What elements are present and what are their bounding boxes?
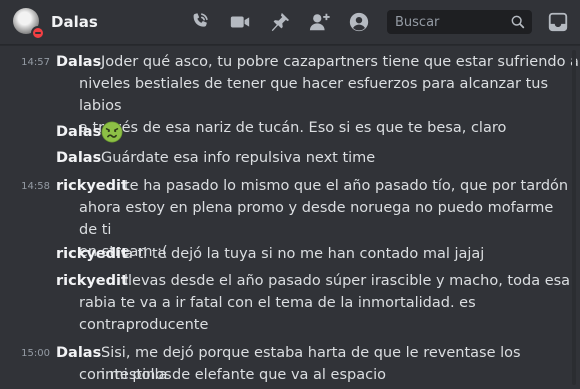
message-content: Guárdate esa info repulsiva next time	[101, 147, 580, 169]
message-line: a través de esa nariz de tucán. Eso si e…	[79, 120, 507, 136]
phone-call-icon[interactable]	[189, 11, 211, 33]
search-placeholder: Buscar	[395, 15, 440, 30]
search-input[interactable]: Buscar	[387, 10, 532, 34]
timestamp: 15:00	[21, 348, 50, 359]
add-member-icon[interactable]	[309, 11, 331, 33]
message-author[interactable]: rickyedit	[56, 243, 128, 265]
message-author[interactable]: Dalas	[56, 51, 101, 73]
message-line: a ti te dejó la tuya si no me han contad…	[124, 246, 485, 262]
message-line: contraproducente	[79, 317, 209, 333]
message-author[interactable]: Dalas	[56, 342, 101, 364]
message-line: con mi polla de elefante que va al espac…	[79, 367, 386, 383]
message-content: Joder qué asco, tu pobre cazapartners ti…	[101, 51, 580, 73]
message-line: te ha pasado lo mismo que el año pasado …	[124, 178, 569, 194]
timestamp: 14:57	[21, 57, 50, 68]
message-content: con mi polla de elefante que va al espac…	[79, 364, 559, 386]
message-author[interactable]: Dalas	[56, 121, 101, 143]
pin-icon[interactable]	[269, 11, 291, 33]
scrollbar[interactable]	[572, 50, 576, 385]
inbox-icon[interactable]	[547, 11, 569, 33]
message-content: a ti te dejó la tuya si no me han contad…	[124, 243, 580, 265]
message-line: rabia te va a ir fatal con el tema de la…	[79, 295, 476, 311]
message-line: niveles bestiales de tener que hacer esf…	[79, 76, 549, 114]
video-icon[interactable]	[229, 11, 251, 33]
nauseated-face-emoji-icon	[101, 121, 123, 143]
dnd-status-icon	[31, 26, 45, 40]
message-content: niveles bestiales de tener que hacer esf…	[79, 73, 559, 139]
message-author[interactable]: Dalas	[56, 147, 101, 169]
message-line: llevas desde el año pasado súper irascib…	[124, 273, 571, 289]
message-content: rabia te va a ir fatal con el tema de la…	[79, 292, 559, 336]
search-icon	[511, 15, 525, 29]
timestamp: 14:58	[21, 181, 50, 192]
message-author[interactable]: rickyedit	[56, 175, 128, 197]
message-content: te ha pasado lo mismo que el año pasado …	[124, 175, 580, 197]
channel-header: Dalas Buscar	[0, 0, 580, 45]
message-line: Guárdate esa info repulsiva next time	[101, 150, 376, 166]
dm-title[interactable]: Dalas	[51, 13, 98, 31]
message-line: Joder qué asco, tu pobre cazapartners ti…	[101, 54, 579, 70]
profile-icon[interactable]	[348, 11, 370, 33]
message-content: llevas desde el año pasado súper irascib…	[124, 270, 580, 292]
message-line: ahora estoy en plena promo y desde norue…	[79, 200, 554, 238]
message-author[interactable]: rickyedit	[56, 270, 128, 292]
